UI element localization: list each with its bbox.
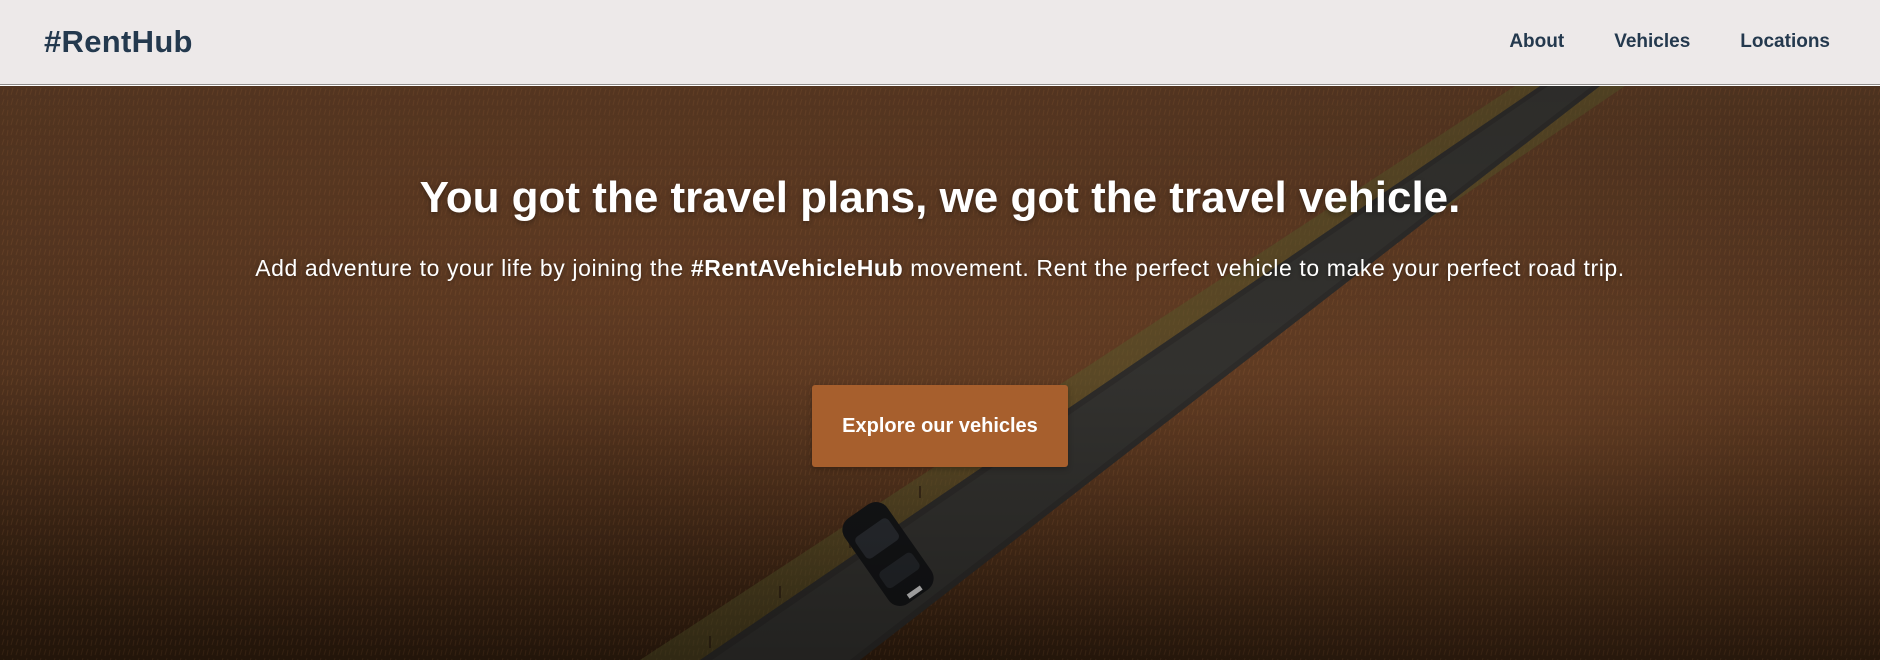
hero-subtitle: Add adventure to your life by joining th…	[0, 255, 1880, 282]
top-navbar: #RentHub About Vehicles Locations	[0, 0, 1880, 85]
nav-link-locations[interactable]: Locations	[1740, 31, 1830, 53]
subtitle-hashtag: #RentAVehicleHub	[690, 255, 904, 281]
brand-logo[interactable]: #RentHub	[44, 24, 193, 60]
page: #RentHub About Vehicles Locations You go…	[0, 0, 1880, 660]
subtitle-text-start: Add adventure to your life by joining th…	[255, 255, 691, 281]
hero-title: You got the travel plans, we got the tra…	[419, 173, 1461, 222]
explore-vehicles-button[interactable]: Explore our vehicles	[812, 385, 1068, 467]
subtitle-text-end: movement. Rent the perfect vehicle to ma…	[903, 255, 1625, 281]
main-nav: About Vehicles Locations	[1509, 31, 1830, 53]
nav-link-about[interactable]: About	[1509, 31, 1564, 53]
hero-section: You got the travel plans, we got the tra…	[0, 86, 1880, 660]
nav-link-vehicles[interactable]: Vehicles	[1614, 31, 1690, 53]
